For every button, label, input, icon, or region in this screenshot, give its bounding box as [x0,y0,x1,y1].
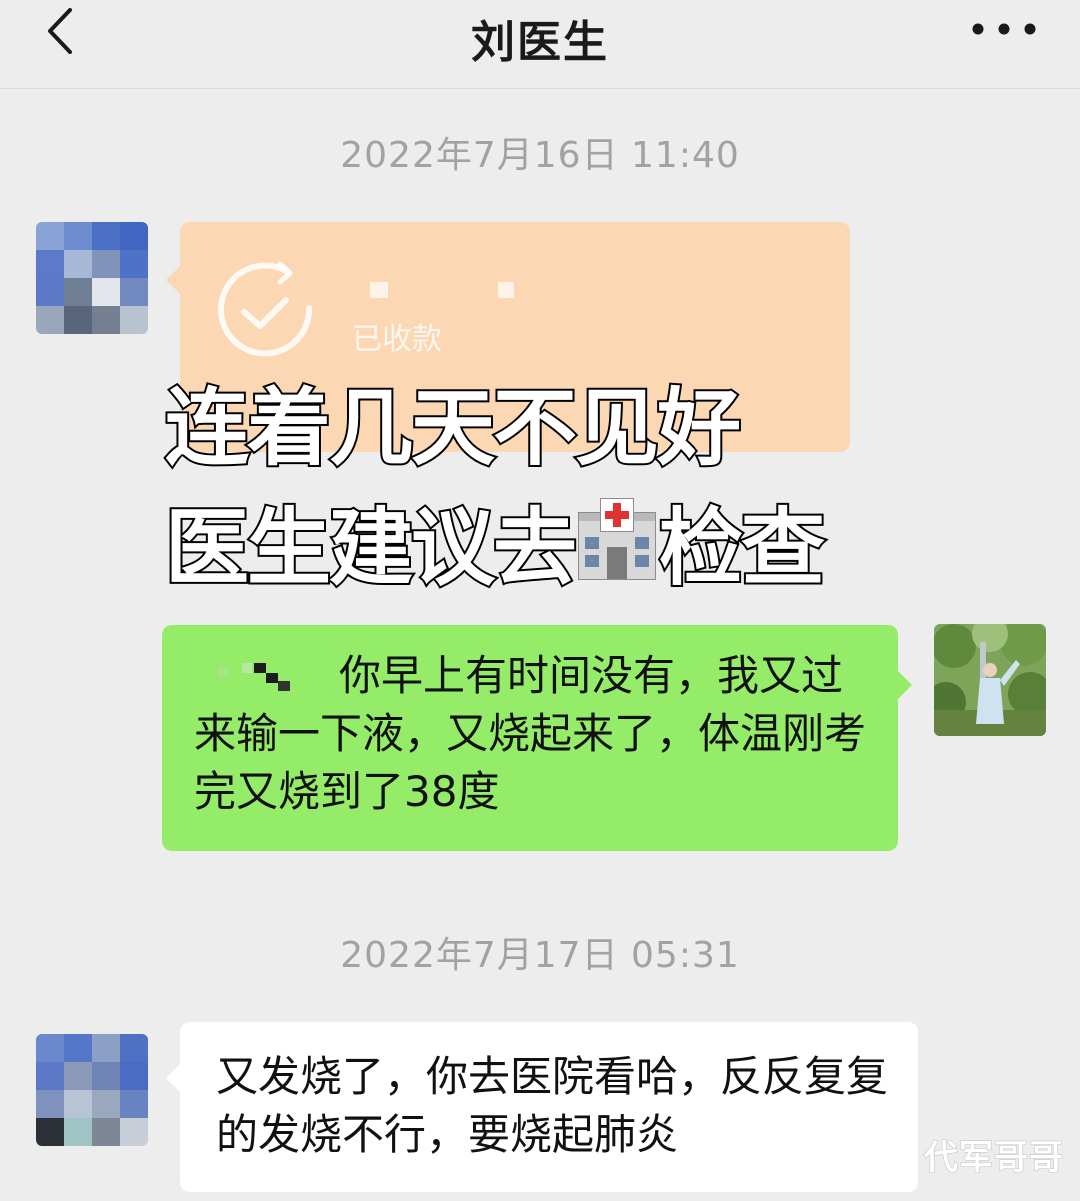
doctor-avatar[interactable] [36,222,148,334]
received-message-text: 又发烧了，你去医院看哈，反反复复的发烧不行，要烧起肺炎 [216,1052,889,1159]
transfer-amount-blurred [370,282,514,298]
received-message-bubble[interactable]: 又发烧了，你去医院看哈，反反复复的发烧不行，要烧起肺炎 [166,1022,918,1192]
chat-screen: 刘医生 2022年7月16日 11:40 已收款 连着几天不见好 医生建议去 检… [0,0,1080,1201]
overlay-caption: 连着几天不见好 医生建议去 检查 [163,368,885,608]
message-timestamp: 2022年7月17日 05:31 [340,935,740,976]
check-circle-icon [218,261,313,357]
my-avatar[interactable] [934,624,1046,736]
overlay-line-2-start: 医生建议去 [163,497,579,599]
hospital-emoji [578,498,657,580]
overlay-line-2: 医生建议去 检查 [163,488,885,608]
more-dots-icon [972,23,1036,35]
nav-bar: 刘医生 [0,0,1080,89]
overlay-line-1: 连着几天不见好 [163,377,743,479]
doctor-avatar[interactable] [36,1034,148,1146]
chat-title: 刘医生 [471,17,609,68]
more-button[interactable] [968,14,1040,44]
transfer-status: 已收款 [352,322,442,357]
overlay-line-2-end: 检查 [657,497,827,599]
sent-message-bubble[interactable]: 你早上有时间没有，我又过来输一下液，又烧起来了，体温刚考完又烧到了38度 [162,625,912,851]
watermark: 代军哥哥 [924,1138,1064,1179]
sent-message-text: 你早上有时间没有，我又过来输一下液，又烧起来了，体温刚考完又烧到了38度 [194,651,867,816]
message-timestamp: 2022年7月16日 11:40 [340,135,740,176]
